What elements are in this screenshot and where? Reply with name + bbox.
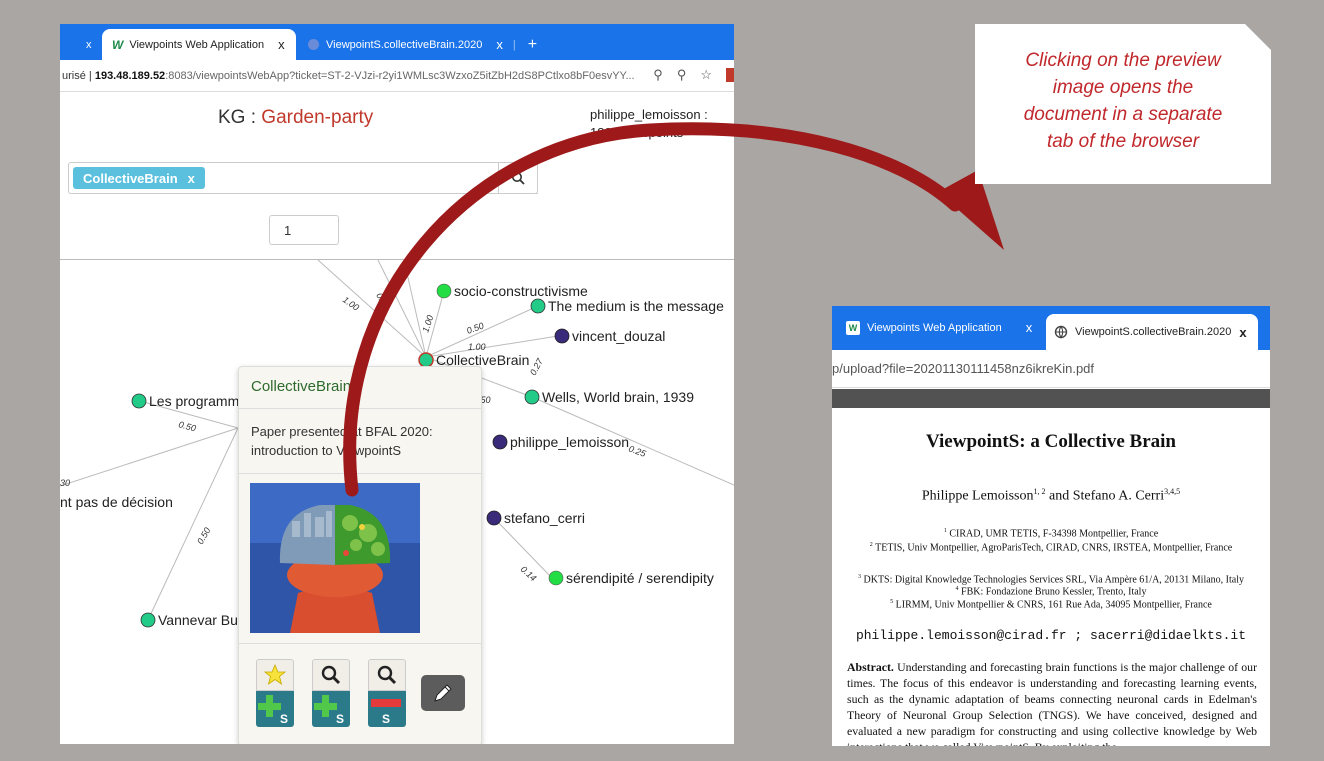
pdf-title: ViewpointS: a Collective Brain [926,431,1176,452]
extension-icon[interactable] [726,68,734,82]
pdf-authors: Philippe Lemoisson1, 2 and Stefano A. Ce… [921,487,1181,504]
graph-node[interactable] [131,393,147,409]
svg-text:S: S [280,712,288,726]
address-path: :8083/viewpointsWebApp?ticket=ST-2-VJzi-… [165,69,635,82]
edge-label: 30 [60,478,70,488]
user-info: philippe_lemoisson : 1802 viewpoints [590,107,708,140]
popup-title: CollectiveBrain [239,367,481,409]
tab-bar: W Viewpoints Web Application x Viewpoint… [832,306,1270,350]
popup-description: Paper presented at BFAL 2020: introducti… [251,424,433,458]
address-prefix: urisé | [62,69,92,82]
pdf-affiliation: 2 TETIS, Univ Montpellier, AgroParisTech… [869,542,1233,554]
tab-collectivebrain-pdf[interactable]: ViewpointS.collectiveBrain.2020 x [1046,314,1258,350]
left-browser-window: x W Viewpoints Web Application x Viewpoi… [60,24,734,744]
graph-node[interactable] [418,352,434,368]
tab-close-icon[interactable]: x [278,37,285,52]
tab-collectivebrain-pdf[interactable]: ViewpointS.collectiveBrain.2020 x | + [308,29,537,60]
kg-title: KG : Garden-party [218,107,374,128]
edge-label: 1.00 [468,342,486,352]
key-icon[interactable]: ⚲ [653,67,663,83]
remove-viewpoint-button[interactable]: S [368,659,406,727]
svg-text:S: S [336,712,344,726]
graph-node[interactable] [436,283,452,299]
pdf-email: philippe.lemoisson@cirad.fr ; sacerri@di… [855,628,1247,643]
magnifier-icon [377,665,397,685]
star-icon [264,664,286,685]
graph-node-label[interactable]: Vannevar Bu [158,612,238,628]
tab-close-icon[interactable]: x [496,37,503,52]
pdf-affiliation: 5 LIRMM, Univ Montpellier & CNRS, 161 Ru… [890,599,1212,611]
graph-node-label[interactable]: vincent_douzal [572,328,665,344]
graph-node-label[interactable]: philippe_lemoisson [510,434,629,450]
tab-close-icon[interactable]: x [1239,325,1246,340]
plus-s-icon: S [314,695,344,726]
tab-viewpoints-web-application[interactable]: W Viewpoints Web Application x [102,29,296,60]
document-preview-image[interactable] [250,483,420,633]
graph-node-label[interactable]: sérendipité / serendipity [566,570,714,586]
kg-name: Garden-party [261,107,374,128]
tab-label: Viewpoints Web Application [129,38,265,51]
tab-viewpoints-web-application[interactable]: W Viewpoints Web Application x [846,320,1032,335]
graph-node-label[interactable]: nt pas de décision [60,494,173,510]
pdf-toolbar [832,389,1270,408]
edge-label: 1.00 [341,294,361,312]
search-tag[interactable]: CollectiveBrain x [73,167,205,189]
tab-bar: x W Viewpoints Web Application x Viewpoi… [60,24,734,60]
address-bar[interactable]: p/upload?file=20201130111458nz6ikreKin.p… [832,350,1270,388]
globe-favicon-icon [308,39,319,50]
edge-label: 0.50 [177,419,197,433]
edge-label: 0.50 [465,320,485,335]
graph-node-label[interactable]: socio-constructivisme [454,283,588,299]
graph-node[interactable] [492,434,508,450]
edge-label: 0.50 [195,526,212,546]
address-icons: ⚲ ⚲ ☆ [653,67,734,83]
node-popup-card: CollectiveBrain Paper presented at BFAL … [238,366,482,744]
tab-label: ViewpointS.collectiveBrain.2020 [326,38,483,51]
pdf-abstract: Abstract. Understanding and forecasting … [847,660,1257,746]
viewpoints-favicon-icon: W [846,320,860,335]
add-to-favorites-button[interactable]: S [256,659,294,727]
search-button[interactable] [498,162,538,194]
viewpoints-favicon-icon: W [112,37,124,52]
graph-node-label[interactable]: Wells, World brain, 1939 [542,389,694,405]
search-input[interactable]: CollectiveBrain x [68,162,538,194]
graph-node-label[interactable]: Les programm [149,393,239,409]
address-bar[interactable]: urisé | 193.48.189.52 :8083/viewpointsWe… [60,60,734,92]
plus-s-icon: S [258,695,288,726]
zoom-icon[interactable]: ⚲ [677,67,687,83]
page-number-input[interactable]: 1 [269,215,339,245]
new-tab-button[interactable]: + [528,36,537,54]
right-browser-window: W Viewpoints Web Application x Viewpoint… [832,306,1270,746]
address-host: 193.48.189.52 [94,69,166,82]
graph-node[interactable] [554,328,570,344]
graph-node[interactable] [140,612,156,628]
graph-node-label[interactable]: stefano_cerri [504,510,585,526]
magnifier-icon [321,665,341,685]
graph-node[interactable] [486,510,502,526]
graph-node[interactable] [530,298,546,314]
star-icon[interactable]: ☆ [700,67,712,83]
svg-text:S: S [382,712,390,726]
add-viewpoint-button[interactable]: S [312,659,350,727]
edge-label: 0.50 [374,291,391,311]
tag-remove-button[interactable]: x [188,171,195,186]
pencil-icon [434,684,452,702]
annotation-callout: Clicking on the preview image opens the … [975,24,1271,184]
divider [239,473,481,474]
graph-node-label[interactable]: The medium is the message [548,298,724,314]
tab-close-icon[interactable]: x [1026,320,1033,335]
search-icon [512,172,525,185]
edge-label: 0.27 [528,356,546,377]
prev-tab-close-button[interactable]: x [86,29,92,60]
globe-icon [1054,325,1068,339]
edge-label: 0.14 [519,564,539,583]
graph-node[interactable] [524,389,540,405]
edit-button[interactable] [421,675,465,711]
callout-text: Clicking on the preview image opens the … [1023,50,1223,152]
divider [239,643,481,644]
graph-node[interactable] [548,570,564,586]
minus-s-icon: S [371,699,401,726]
